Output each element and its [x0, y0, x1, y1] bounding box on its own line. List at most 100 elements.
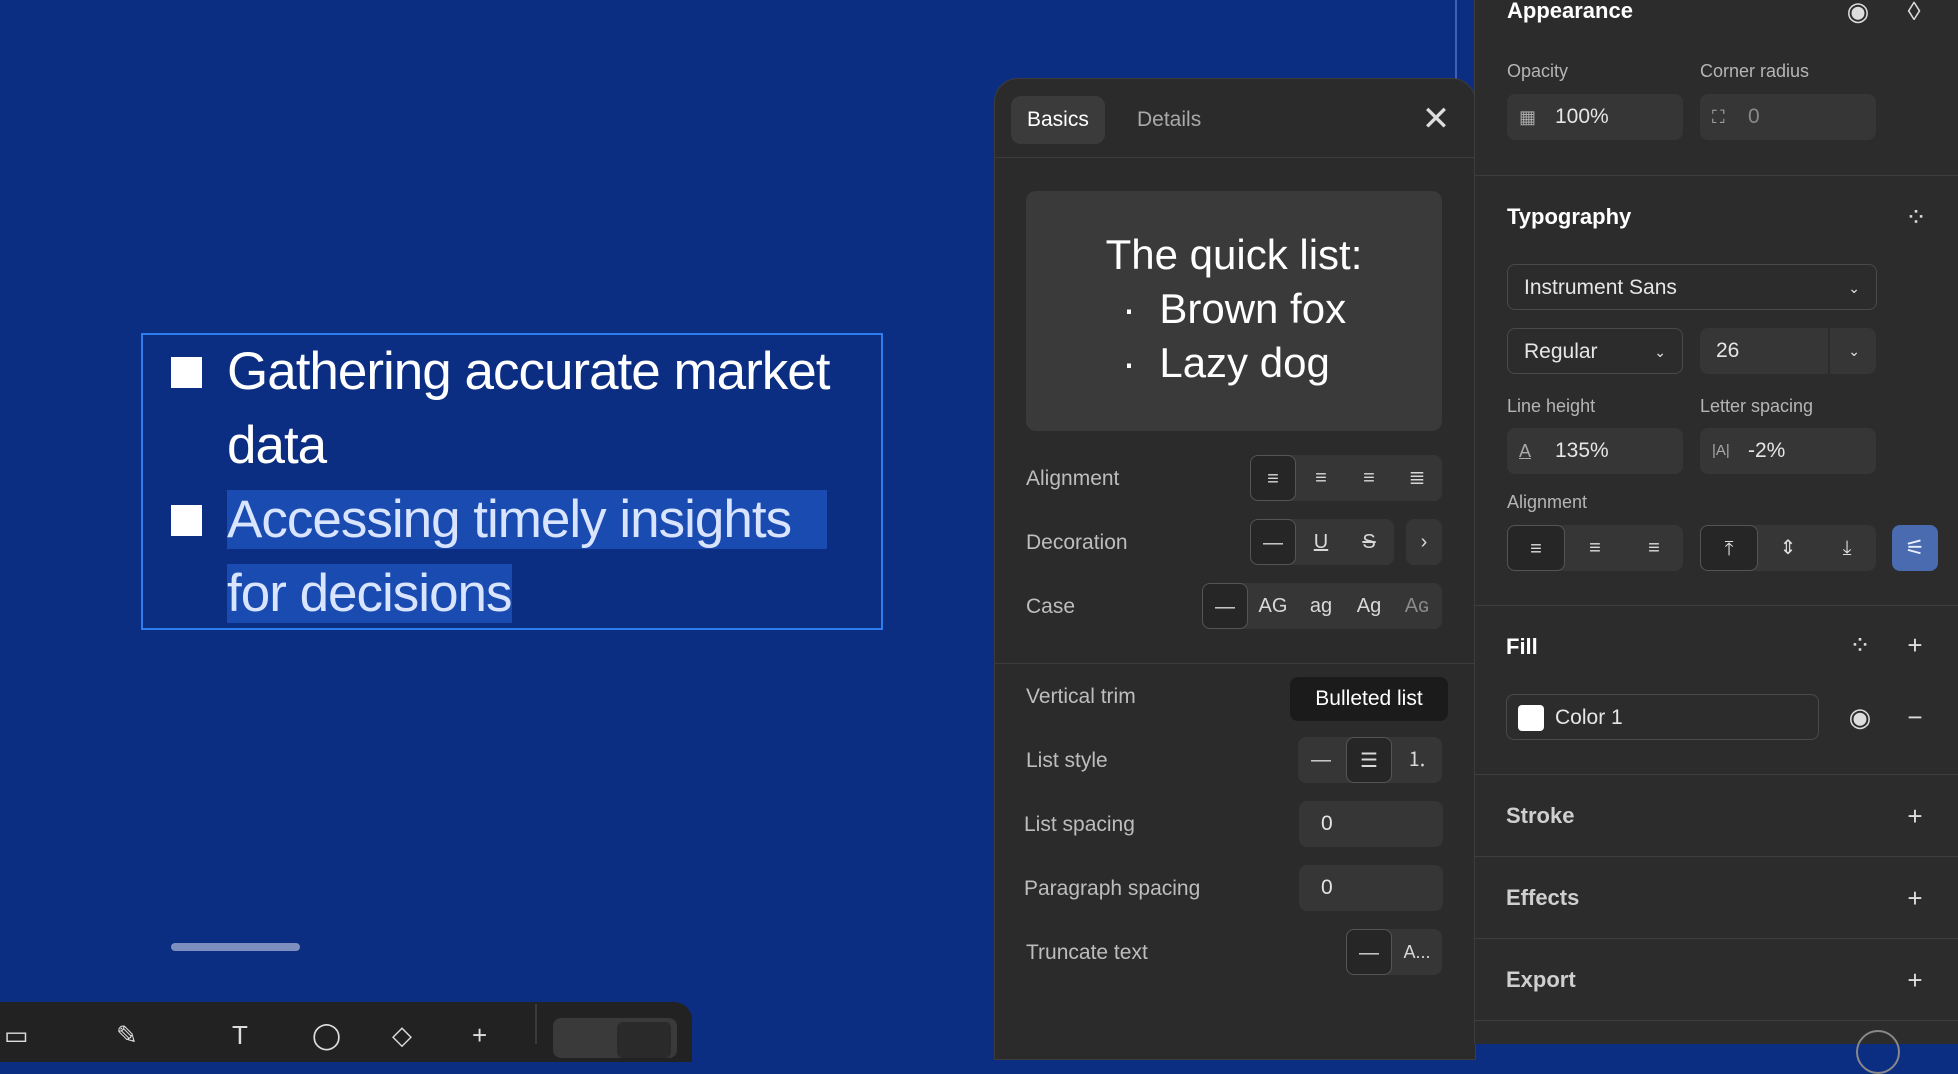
letter-spacing-label: Letter spacing: [1700, 396, 1814, 416]
paragraph-spacing-label: Paragraph spacing: [1024, 877, 1201, 900]
titlecase-icon[interactable]: Ag: [1346, 583, 1392, 629]
horizontal-alignment-group: ≡ ≡ ≡: [1507, 525, 1683, 571]
view-toggle[interactable]: [553, 1018, 677, 1058]
prototype-view-icon[interactable]: [617, 1022, 671, 1058]
fill-color-field[interactable]: Color 1: [1506, 694, 1819, 740]
lowercase-icon[interactable]: ag: [1298, 583, 1344, 629]
font-size-field[interactable]: 26 ⌄: [1700, 328, 1876, 374]
decoration-none-icon[interactable]: —: [1250, 519, 1296, 565]
truncate-ellipsis-icon[interactable]: A...: [1394, 929, 1440, 975]
section-title-appearance: Appearance: [1507, 0, 1633, 23]
alignment-group: ≡ ≡ ≡ ≣: [1250, 455, 1442, 501]
corner-radius-label: Corner radius: [1700, 61, 1810, 81]
opacity-label: Opacity: [1507, 61, 1569, 81]
section-title-stroke: Stroke: [1506, 803, 1575, 828]
design-view-icon[interactable]: [563, 1026, 609, 1056]
font-family-select[interactable]: Instrument Sans ⌄: [1507, 264, 1877, 310]
section-title-typography: Typography: [1507, 204, 1632, 229]
list-item-line: Gathering accurate market: [227, 342, 830, 401]
selected-text-line: for decisions: [227, 564, 513, 623]
corner-radius-value: 0: [1748, 105, 1760, 128]
underline-icon[interactable]: U: [1298, 519, 1344, 565]
section-divider: [1474, 856, 1958, 857]
letter-spacing-icon: |A|: [1712, 442, 1730, 459]
decoration-group: — U S: [1250, 519, 1394, 565]
chevron-right-icon[interactable]: ›: [1406, 519, 1442, 565]
text-styles-icon[interactable]: ⁘: [1899, 200, 1933, 234]
styles-grid-icon[interactable]: ⁘: [1843, 628, 1877, 662]
field-divider: [1828, 328, 1830, 374]
line-height-label: Line height: [1507, 396, 1596, 416]
tab-basics[interactable]: Basics: [1011, 96, 1105, 144]
list-none-icon[interactable]: —: [1298, 737, 1344, 783]
tooltip: Bulleted list: [1290, 677, 1448, 721]
font-weight-value: Regular: [1524, 340, 1598, 363]
popover-divider: [995, 663, 1475, 664]
align-middle-icon[interactable]: ⇕: [1759, 525, 1817, 571]
opacity-field[interactable]: ▦ 100%: [1507, 94, 1683, 140]
align-justify-icon[interactable]: ≣: [1394, 455, 1440, 501]
case-none-icon[interactable]: —: [1202, 583, 1248, 629]
align-center-icon[interactable]: ≡: [1298, 455, 1344, 501]
truncate-group: — A...: [1346, 929, 1442, 975]
chevron-down-icon[interactable]: ⌄: [1848, 328, 1860, 374]
list-style-label: List style: [1026, 749, 1108, 772]
section-title-export: Export: [1506, 967, 1576, 992]
toolbar-divider: [535, 1004, 537, 1044]
case-group: — AG ag Ag Aɢ: [1202, 583, 1442, 629]
list-preview: The quick list: · Brown fox · Lazy dog: [1026, 191, 1442, 431]
letter-spacing-field[interactable]: |A| -2%: [1700, 428, 1876, 474]
align-left-icon[interactable]: ≡: [1507, 525, 1565, 571]
drop-icon[interactable]: ◊: [1897, 0, 1931, 28]
list-style-group: — ☰ ⒈: [1298, 737, 1442, 783]
align-right-icon[interactable]: ≡: [1346, 455, 1392, 501]
paragraph-spacing-input[interactable]: 0: [1299, 865, 1443, 911]
section-divider: [1474, 938, 1958, 939]
close-icon[interactable]: ✕: [1419, 102, 1453, 136]
text-list-selection[interactable]: Gathering accurate market data Accessing…: [141, 333, 883, 630]
font-weight-select[interactable]: Regular ⌄: [1507, 328, 1683, 374]
list-spacing-label: List spacing: [1024, 813, 1135, 836]
truncate-none-icon[interactable]: —: [1346, 929, 1392, 975]
add-stroke-icon[interactable]: +: [1898, 799, 1932, 833]
section-divider: [1475, 175, 1958, 176]
chevron-down-icon: ⌄: [1654, 344, 1666, 360]
align-right-icon[interactable]: ≡: [1625, 525, 1683, 571]
smallcaps-icon[interactable]: Aɢ: [1394, 583, 1440, 629]
line-height-value: 135%: [1555, 439, 1609, 462]
preview-bullet: ·: [1122, 285, 1136, 332]
list-spacing-input[interactable]: 0: [1299, 801, 1443, 847]
list-item-line: data: [227, 416, 327, 475]
remove-fill-icon[interactable]: −: [1898, 700, 1932, 734]
section-divider: [1474, 774, 1958, 775]
alignment-label: Alignment: [1026, 467, 1120, 490]
add-export-icon[interactable]: +: [1898, 963, 1932, 997]
align-center-icon[interactable]: ≡: [1566, 525, 1624, 571]
align-top-icon[interactable]: ⤒: [1700, 525, 1758, 571]
add-fill-icon[interactable]: +: [1898, 628, 1932, 662]
eye-icon[interactable]: ◉: [1843, 700, 1877, 734]
corner-radius-field[interactable]: ⛶ 0: [1700, 94, 1876, 140]
bulleted-list-icon[interactable]: ☰: [1346, 737, 1392, 783]
uppercase-icon[interactable]: AG: [1250, 583, 1296, 629]
decoration-more: ›: [1406, 519, 1442, 565]
truncate-text-label: Truncate text: [1026, 941, 1148, 964]
align-left-icon[interactable]: ≡: [1250, 455, 1296, 501]
square-bullet-icon: [171, 357, 202, 388]
tab-details[interactable]: Details: [1121, 96, 1217, 144]
line-height-field[interactable]: A 135%: [1507, 428, 1683, 474]
selected-text-line: Accessing timely insights: [227, 490, 828, 549]
decoration-label: Decoration: [1026, 531, 1128, 554]
add-effect-icon[interactable]: +: [1898, 881, 1932, 915]
color-swatch[interactable]: [1518, 705, 1544, 731]
numbered-list-icon[interactable]: ⒈: [1394, 737, 1440, 783]
horizontal-scrollbar[interactable]: [171, 943, 300, 951]
text-settings-popover: Basics Details ✕ The quick list: · Brown…: [994, 78, 1476, 1060]
help-icon[interactable]: [1856, 1030, 1900, 1074]
text-settings-toggle-icon[interactable]: ⚟: [1892, 525, 1938, 571]
eye-icon[interactable]: ◉: [1841, 0, 1875, 28]
section-divider: [1474, 605, 1958, 606]
strikethrough-icon[interactable]: S: [1346, 519, 1392, 565]
section-title-effects: Effects: [1506, 885, 1580, 910]
align-bottom-icon[interactable]: ⤓: [1818, 525, 1876, 571]
